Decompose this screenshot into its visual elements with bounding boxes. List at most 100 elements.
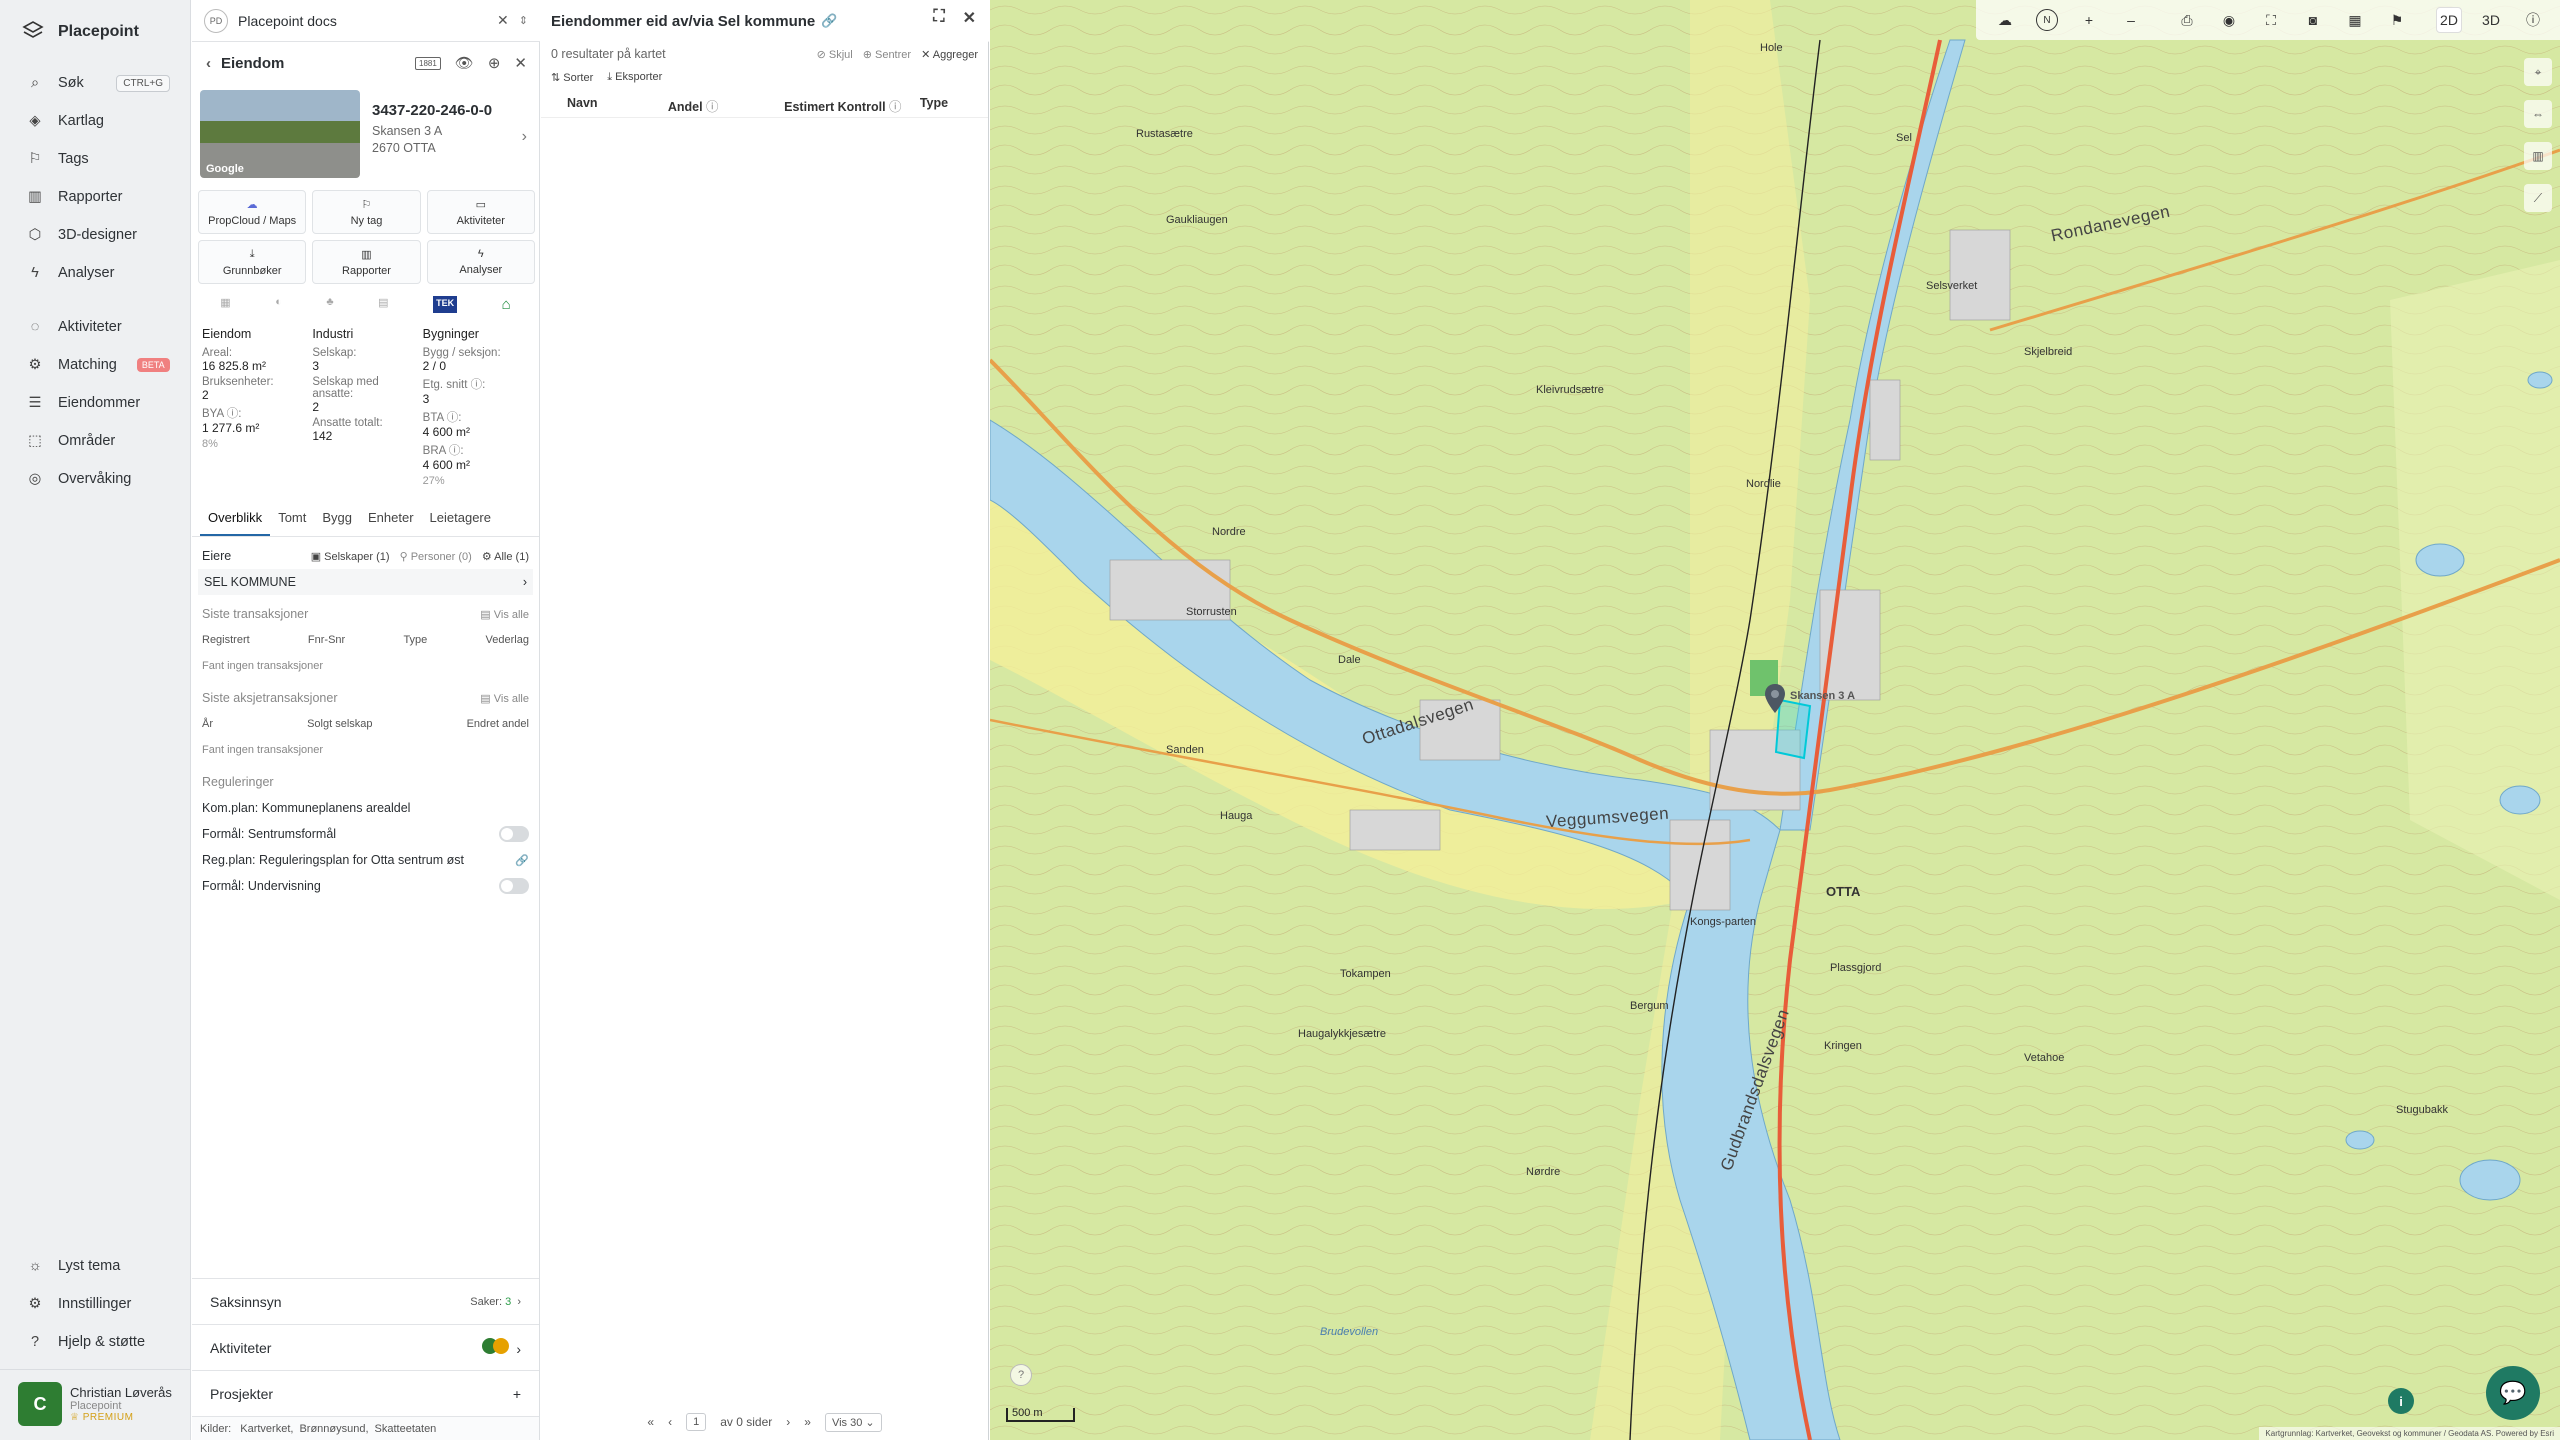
nav-item-overv-king[interactable]: ◎ Overvåking: [0, 460, 190, 498]
bookmark-icon[interactable]: ⚑: [2384, 7, 2410, 33]
expand-icon[interactable]: ⛶: [933, 8, 944, 28]
action-aktiviteter[interactable]: ▭ Aktiviteter: [426, 190, 535, 234]
zoom-out-icon[interactable]: –: [2118, 7, 2144, 33]
tx-vis-alle[interactable]: ▤ Vis alle: [480, 608, 529, 621]
house-icon[interactable]: ⌂: [502, 296, 511, 313]
tab-leietagere[interactable]: Leietagere: [422, 501, 499, 536]
source-link[interactable]: Brønnøysund,: [299, 1423, 368, 1435]
saksinnsyn-section[interactable]: Saksinnsyn Saker: 3 ›: [192, 1278, 539, 1324]
action-propcloud-maps[interactable]: ☁ PropCloud / Maps: [198, 190, 307, 234]
column-header[interactable]: Estimert Kontroll ⓘ: [784, 96, 920, 114]
action-analyser[interactable]: ϟ Analyser: [426, 240, 535, 284]
map-view[interactable]: Rondanevegen Ottadalsvegen Veggumsvegen …: [990, 0, 2560, 1440]
action-rapporter[interactable]: ▥ Rapporter: [312, 240, 421, 284]
filter-alle[interactable]: ⚙ Alle (1): [482, 550, 529, 563]
nav-item-omr-der[interactable]: ⬚ Områder: [0, 422, 190, 460]
nav-item-kartlag[interactable]: ◈ Kartlag: [0, 102, 190, 140]
regulation-toggle[interactable]: [499, 826, 529, 842]
back-arrow-icon[interactable]: ‹: [206, 55, 211, 72]
prosjekter-section[interactable]: Prosjekter +: [192, 1370, 539, 1416]
next-page-icon[interactable]: ›: [786, 1415, 790, 1429]
compass-icon[interactable]: N: [2034, 7, 2060, 33]
target-icon[interactable]: ⊕: [488, 54, 501, 72]
action-grunnb-ker[interactable]: ⤓ Grunnbøker: [198, 240, 307, 284]
prev-page-icon[interactable]: ‹: [668, 1415, 672, 1429]
first-page-icon[interactable]: «: [647, 1415, 654, 1429]
eye-icon[interactable]: ◉: [2216, 7, 2242, 33]
mode-2d-button[interactable]: 2D: [2436, 7, 2462, 33]
info-icon[interactable]: ⓘ: [703, 100, 719, 114]
camera-icon[interactable]: ◙: [2300, 7, 2326, 33]
1881-badge[interactable]: 1881: [415, 56, 441, 70]
page-input[interactable]: 1: [686, 1413, 707, 1431]
docs-search-bar[interactable]: PD Placepoint docs ✕ ⇕: [192, 0, 540, 42]
regulation-toggle[interactable]: [499, 878, 529, 894]
close-icon[interactable]: ✕: [514, 54, 527, 72]
nav-item-analyser[interactable]: ϟ Analyser: [0, 254, 190, 292]
map-pin[interactable]: [1764, 684, 1786, 714]
link-icon[interactable]: 🔗: [821, 13, 837, 29]
eksporter-button[interactable]: ⤓ Eksporter: [607, 71, 662, 84]
source-link[interactable]: Kartverket,: [240, 1423, 293, 1435]
nav-item-eiendommer[interactable]: ☰ Eiendommer: [0, 384, 190, 422]
nav-item-3d-designer[interactable]: ⬡ 3D-designer: [0, 216, 190, 254]
source-icon-1[interactable]: ▦: [220, 296, 230, 313]
geolocate-icon[interactable]: ⌖: [2524, 58, 2552, 86]
chevron-right-icon[interactable]: ›: [522, 128, 527, 146]
info-icon[interactable]: ⓘ: [2520, 7, 2546, 33]
skjul-button[interactable]: ⊘ Skjul: [817, 48, 853, 61]
info-icon[interactable]: ⓘ: [886, 100, 902, 114]
property-summary[interactable]: Google 3437-220-246-0-0 Skansen 3 A 2670…: [192, 84, 539, 182]
nav-item-matching[interactable]: ⚙ Matching BETA: [0, 346, 190, 384]
nav-item-aktiviteter[interactable]: ◌ Aktiviteter: [0, 308, 190, 346]
source-icon-3[interactable]: ♣: [326, 296, 333, 313]
chat-button[interactable]: 💬: [2486, 1366, 2540, 1420]
column-header[interactable]: Type: [920, 96, 978, 110]
grid-icon[interactable]: ▦: [2342, 7, 2368, 33]
chart-icon[interactable]: ▥: [2524, 142, 2552, 170]
action-ny-tag[interactable]: ⚐ Ny tag: [312, 190, 421, 234]
tab-overblikk[interactable]: Overblikk: [200, 501, 271, 536]
tab-enheter[interactable]: Enheter: [360, 501, 422, 536]
last-page-icon[interactable]: »: [804, 1415, 811, 1429]
eye-icon[interactable]: 👁: [455, 54, 474, 72]
nav-item-tags[interactable]: ⚐ Tags: [0, 140, 190, 178]
link-icon[interactable]: 🔗: [515, 854, 529, 867]
column-header[interactable]: Andel ⓘ: [668, 96, 784, 114]
tek-badge[interactable]: TEK: [433, 296, 458, 313]
layers-icon[interactable]: ☁: [1992, 7, 2018, 33]
stx-vis-alle[interactable]: ▤ Vis alle: [480, 692, 529, 705]
source-icon-2[interactable]: ◐: [275, 296, 282, 313]
nav-item-rapporter[interactable]: ▥ Rapporter: [0, 178, 190, 216]
sorter-button[interactable]: ⇅ Sorter: [551, 71, 593, 84]
brand[interactable]: Placepoint: [0, 0, 190, 64]
user-profile[interactable]: C Christian Løverås Placepoint ♕ PREMIUM: [0, 1369, 190, 1440]
nav-item-s-k[interactable]: ⌕ Søk CTRL+G: [0, 64, 190, 102]
nav-item-hjelp-st-tte[interactable]: ? Hjelp & støtte: [0, 1323, 190, 1361]
street-view-photo[interactable]: Google: [200, 90, 360, 178]
per-page-select[interactable]: Vis 30 ⌄: [824, 1412, 882, 1432]
tab-bygg[interactable]: Bygg: [314, 501, 360, 536]
print-icon[interactable]: ⎙: [2174, 7, 2200, 33]
help-icon[interactable]: ?: [1010, 1364, 1032, 1386]
mode-3d-button[interactable]: 3D: [2478, 7, 2504, 33]
column-header[interactable]: Navn: [551, 96, 668, 110]
ruler-icon[interactable]: ⟋: [2524, 184, 2552, 212]
plus-icon[interactable]: +: [513, 1386, 521, 1402]
chevron-updown-icon[interactable]: ⇕: [519, 14, 528, 27]
info-icon[interactable]: i: [2388, 1388, 2414, 1414]
measure-icon[interactable]: ⇔: [2524, 100, 2552, 128]
fullscreen-icon[interactable]: ⛶: [2258, 7, 2284, 33]
aggreger-button[interactable]: ✕ Aggreger: [921, 48, 978, 61]
zoom-in-icon[interactable]: +: [2076, 7, 2102, 33]
owner-row[interactable]: SEL KOMMUNE ›: [198, 569, 533, 595]
close-icon[interactable]: ✕: [963, 8, 976, 28]
filter-personer[interactable]: ⚲ Personer (0): [400, 550, 472, 563]
filter-selskaper[interactable]: ▣ Selskaper (1): [311, 550, 390, 563]
sentrer-button[interactable]: ⊕ Sentrer: [863, 48, 911, 61]
source-icon-4[interactable]: ▤: [378, 296, 388, 313]
aktiviteter-section[interactable]: Aktiviteter ›: [192, 1324, 539, 1370]
tab-tomt[interactable]: Tomt: [270, 501, 314, 536]
source-link[interactable]: Skatteetaten: [375, 1423, 437, 1435]
close-icon[interactable]: ✕: [497, 12, 509, 29]
